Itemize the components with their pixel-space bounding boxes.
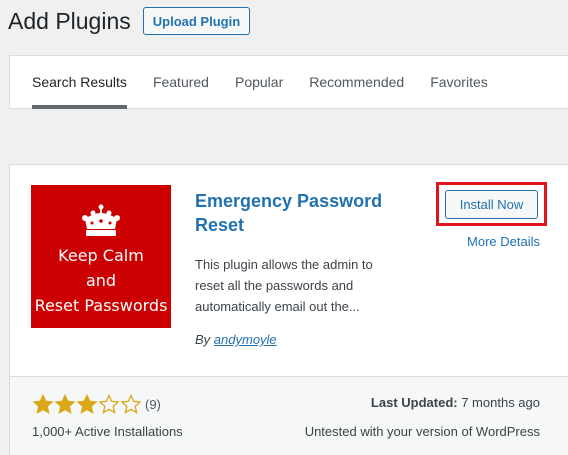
rating-count: (9) — [145, 396, 161, 412]
plugin-icon[interactable]: Keep Calm and Reset Passwords — [31, 185, 171, 328]
plugin-tabs: Search Results Featured Popular Recommen… — [10, 56, 568, 109]
star-filled-icon — [32, 394, 54, 414]
last-updated: Last Updated: 7 months ago — [371, 395, 540, 410]
page-title: Add Plugins — [8, 7, 131, 34]
tab-favorites[interactable]: Favorites — [430, 56, 488, 108]
author-link[interactable]: andymoyle — [214, 332, 277, 347]
plugin-author: By andymoyle — [195, 332, 277, 347]
star-empty-icon — [98, 394, 120, 414]
author-prefix: By — [195, 332, 211, 347]
page-header: Add Plugins Upload Plugin — [8, 6, 251, 36]
install-now-button[interactable]: Install Now — [445, 190, 538, 219]
plugin-icon-text: Keep Calm and Reset Passwords — [34, 246, 168, 315]
plugin-card: Keep Calm and Reset Passwords Emergency … — [9, 164, 568, 455]
compatibility-text: Untested with your version of WordPress — [304, 424, 540, 439]
tab-search-results[interactable]: Search Results — [32, 56, 127, 109]
plugin-filter-bar: Search Results Featured Popular Recommen… — [9, 55, 568, 109]
star-filled-icon — [76, 394, 98, 414]
install-highlight-box: Install Now — [436, 182, 547, 226]
plugin-card-bottom: (9) 1,000+ Active Installations Last Upd… — [10, 376, 568, 455]
plugin-name-link[interactable]: Emergency Password Reset — [195, 189, 405, 237]
tab-popular[interactable]: Popular — [235, 56, 283, 108]
active-installs: 1,000+ Active Installations — [32, 424, 183, 439]
plugin-description: This plugin allows the admin to reset al… — [195, 257, 373, 314]
tab-featured[interactable]: Featured — [153, 56, 209, 108]
star-rating: (9) — [32, 394, 161, 414]
star-empty-icon — [120, 394, 142, 414]
crown-icon — [82, 204, 120, 236]
more-details-link[interactable]: More Details — [467, 234, 540, 249]
last-updated-label: Last Updated: — [370, 395, 458, 410]
plugin-card-top: Keep Calm and Reset Passwords Emergency … — [10, 165, 568, 376]
upload-plugin-button[interactable]: Upload Plugin — [142, 7, 251, 35]
last-updated-value: 7 months ago — [461, 395, 540, 410]
tab-recommended[interactable]: Recommended — [309, 56, 404, 108]
star-filled-icon — [54, 394, 76, 414]
stars-group — [32, 394, 142, 414]
